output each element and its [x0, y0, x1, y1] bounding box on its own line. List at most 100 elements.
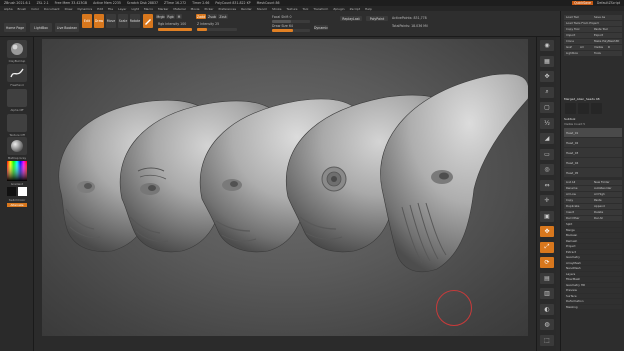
- focal-shift-slider[interactable]: [272, 20, 310, 23]
- bpr-icon[interactable]: ◉: [540, 40, 554, 51]
- stroke-palette-button[interactable]: [7, 64, 27, 82]
- rename-button[interactable]: Rename: [566, 186, 594, 190]
- menu-light[interactable]: Light: [131, 7, 139, 11]
- current-tool-thumb[interactable]: [565, 103, 576, 114]
- menu-dynamics[interactable]: Dynamics: [77, 7, 92, 11]
- menu-material[interactable]: Material: [173, 7, 185, 11]
- tool-section-boolean[interactable]: Boolean: [564, 233, 622, 238]
- scale-icon[interactable]: ⤢: [540, 241, 554, 253]
- polyf-icon[interactable]: ▥: [540, 288, 554, 299]
- aahalf-icon[interactable]: ½: [540, 117, 554, 129]
- menu-zscript[interactable]: Zscript: [350, 7, 360, 11]
- lsym-icon[interactable]: ⇔: [540, 179, 554, 191]
- move-button[interactable]: Move: [106, 14, 116, 28]
- zsub-button[interactable]: Zsub: [207, 14, 217, 19]
- xpose-icon[interactable]: ⬚: [540, 334, 554, 346]
- tool-section-remesh[interactable]: Remesh: [564, 238, 622, 244]
- tool-section-deformation[interactable]: Deformation: [564, 299, 622, 304]
- tool-section-geometry-hd[interactable]: Geometry HD: [564, 282, 622, 288]
- color-picker[interactable]: [7, 161, 27, 181]
- scale-button[interactable]: Scale: [118, 14, 128, 28]
- tool-section-extract[interactable]: Extract: [564, 249, 622, 255]
- list-all-button[interactable]: List All: [566, 180, 594, 184]
- menu-document[interactable]: Document: [44, 7, 60, 11]
- actual-icon[interactable]: ▢: [540, 102, 554, 113]
- tool-button[interactable]: Export: [594, 33, 622, 37]
- menu-help[interactable]: Help: [365, 7, 372, 11]
- menu-tool[interactable]: Tool: [302, 7, 308, 11]
- all-low-button[interactable]: All Low: [566, 192, 594, 196]
- canvas-viewport[interactable]: [42, 39, 528, 336]
- tool-section-merge[interactable]: Merge: [564, 227, 622, 233]
- spix-icon[interactable]: ▦: [540, 55, 554, 67]
- menu-movie[interactable]: Movie: [191, 7, 200, 11]
- local-icon[interactable]: ◎: [540, 164, 554, 175]
- tool-button[interactable]: Tools: [594, 51, 622, 55]
- persp-icon[interactable]: ◢: [540, 133, 554, 144]
- tool-button[interactable]: Copy Tool: [566, 27, 594, 31]
- main-color-swatch[interactable]: [7, 187, 16, 196]
- tool-button[interactable]: GoZ: [566, 45, 580, 49]
- menu-brush[interactable]: Brush: [18, 7, 27, 11]
- texture-palette-button[interactable]: [7, 114, 27, 132]
- rotate-button[interactable]: Rotate: [130, 14, 140, 28]
- rgb-button[interactable]: Rgb: [166, 14, 175, 19]
- draw-button[interactable]: Draw: [94, 14, 104, 28]
- brush-palette-button[interactable]: [7, 40, 27, 58]
- zcut-button[interactable]: Zcut: [218, 14, 228, 19]
- home-page-button[interactable]: Home Page: [4, 23, 26, 32]
- duplicate-button[interactable]: Duplicate: [566, 204, 594, 208]
- menu-texture[interactable]: Texture: [287, 7, 298, 11]
- floor-icon[interactable]: ▭: [540, 148, 554, 160]
- tool-section-arraymesh[interactable]: ArrayMesh: [564, 260, 622, 266]
- subtool-item[interactable]: Head_01: [564, 128, 622, 137]
- menu-macro[interactable]: Macro: [144, 7, 153, 11]
- new-folder-button[interactable]: New Folder: [594, 180, 622, 184]
- auto-reorder-button[interactable]: AutoReorder: [594, 186, 622, 190]
- all-high-button[interactable]: All High: [594, 192, 622, 196]
- tool-section-layers[interactable]: Layers: [564, 271, 622, 277]
- move-icon[interactable]: ✥: [540, 226, 554, 237]
- draw-size-slider[interactable]: [272, 29, 310, 32]
- subtool-item[interactable]: Head_03: [564, 148, 622, 157]
- tool-section-preview[interactable]: Preview: [564, 288, 622, 293]
- tool-section-geometry[interactable]: Geometry: [564, 255, 622, 260]
- tool-button[interactable]: Paste Tool: [594, 27, 622, 31]
- menu-edit[interactable]: Edit: [97, 7, 103, 11]
- rotate-icon[interactable]: ⟳: [540, 257, 554, 268]
- subtool-item[interactable]: Head_04: [564, 158, 622, 167]
- subtool-header[interactable]: Subtool: [564, 117, 622, 121]
- alternate-button[interactable]: Alternate: [7, 203, 27, 207]
- rgb-intensity-slider[interactable]: [158, 28, 192, 31]
- polypaint-button[interactable]: PolyPaint: [366, 16, 388, 21]
- tool-button[interactable]: All: [580, 45, 594, 49]
- menu-alpha[interactable]: Alpha: [4, 7, 13, 11]
- menu-color[interactable]: Color: [31, 7, 39, 11]
- zoom-icon[interactable]: ⌕: [540, 86, 554, 98]
- tool-section-surface[interactable]: Surface: [564, 293, 622, 299]
- tool-button[interactable]: Visible: [594, 45, 608, 49]
- menu-draw[interactable]: Draw: [65, 7, 73, 11]
- zadd-button[interactable]: Zadd: [196, 14, 206, 19]
- menu-marker[interactable]: Marker: [158, 7, 168, 11]
- menu-picker[interactable]: Picker: [205, 7, 214, 11]
- m-button[interactable]: M: [176, 14, 182, 19]
- subtool-item[interactable]: Head_05: [564, 168, 622, 177]
- live-boolean-button[interactable]: Live Boolean: [55, 23, 79, 32]
- del-other-button[interactable]: Del Other: [566, 216, 594, 220]
- tool-thumb-2[interactable]: [578, 103, 589, 114]
- paste-button[interactable]: Paste: [594, 198, 622, 202]
- menu-render[interactable]: Render: [241, 7, 252, 11]
- del-all-button[interactable]: Del All: [594, 216, 622, 220]
- menu-layer[interactable]: Layer: [118, 7, 126, 11]
- brush-icon[interactable]: [143, 14, 153, 28]
- mrgb-button[interactable]: Mrgb: [156, 14, 165, 19]
- material-palette-button[interactable]: [7, 137, 27, 155]
- menu-stroke[interactable]: Stroke: [272, 7, 282, 11]
- menu-transform[interactable]: Transform: [313, 7, 328, 11]
- tool-button[interactable]: Make PolyMesh3D: [594, 39, 622, 43]
- menu-stencil[interactable]: Stencil: [257, 7, 267, 11]
- alpha-palette-button[interactable]: [7, 89, 27, 107]
- solo-icon[interactable]: ◍: [540, 319, 554, 330]
- tool-button[interactable]: R: [608, 45, 622, 49]
